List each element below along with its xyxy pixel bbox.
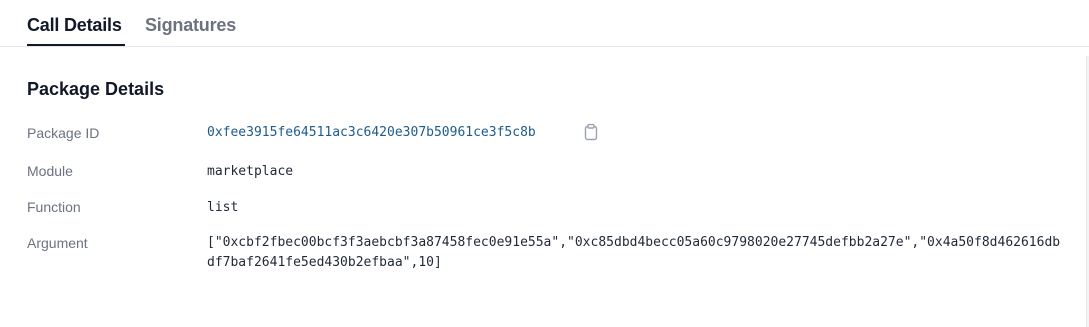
argument-label: Argument [27,235,88,251]
package-id-label: Package ID [27,125,100,141]
function-value: list [207,200,239,215]
active-tab-indicator [27,44,125,46]
argument-value: ["0xcbf2fbec00bcf3f3aebcbf3a87458fec0e91… [207,235,1061,270]
tab-signatures[interactable]: Signatures [145,15,236,36]
tab-call-details[interactable]: Call Details [27,15,122,36]
package-id-link[interactable]: 0xfee3915fe64511ac3c6420e307b50961ce3f5c… [207,125,536,140]
tab-bar: Call Details Signatures [0,0,1089,47]
package-id-value: 0xfee3915fe64511ac3c6420e307b50961ce3f5c… [207,125,536,140]
module-label: Module [27,163,73,179]
section-title: Package Details [27,79,165,99]
module-value: marketplace [207,164,294,179]
clipboard-icon[interactable] [582,123,600,141]
function-label: Function [27,199,81,215]
